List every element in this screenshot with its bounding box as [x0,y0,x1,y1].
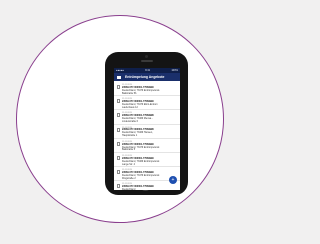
list-item[interactable]: 15.11.2019 23069-077-000001-77069999 Deuts… [114,82,180,97]
offer-list: 15.11.2019 23069-077-000001-77069999 Deuts… [114,81,180,190]
camera-icon [145,55,148,58]
status-time: 9:41 [145,69,151,72]
plus-icon[interactable]: + [169,176,177,184]
document-icon [117,99,120,104]
document-icon [117,127,120,132]
phone-screen: ●●●●● 9:41 100% Entrümpelung Angebote 15… [114,68,180,190]
list-item[interactable]: 15.11.2019 23069-077-000001-77069998 Deuts… [114,125,180,139]
list-item[interactable]: 15.11.2019 23069-077-000001-77069998 Deuts… [114,110,180,125]
document-icon [117,141,120,146]
list-item[interactable]: 15.11.2019 23069-077-000001-77069999 Deuts… [114,153,180,168]
status-battery: 100% [171,69,178,72]
list-item[interactable]: 15.11.2019 23069-077-000001-77069999 Deuts… [114,96,180,111]
document-icon [117,85,120,89]
hamburger-icon[interactable] [117,75,121,79]
document-icon [117,155,120,160]
item-address-line2: Badstraße 5b [122,91,137,95]
app-bar: Entrümpelung Angebote [114,73,180,81]
app-title: Entrümpelung Angebote [125,75,165,79]
document-icon [117,113,120,118]
item-address-line2: Ringstraße 2 [122,176,136,180]
document-icon [117,184,120,189]
item-address-line2: Lindenstraße 6 [122,120,138,124]
document-icon [117,170,120,175]
item-address-line2: Hauptstraße 1 [122,134,138,138]
item-address-line2: Lange Str. 4 [122,162,135,166]
item-address-line2: Laufenhaus 12 [122,105,138,109]
status-signal: ●●●●● [116,69,124,72]
list-item[interactable]: 15.11.2019 23069-077-000001-77069999 Deuts… [114,139,180,153]
speaker-grille [141,60,153,62]
item-address-line1: Deutschland [122,188,136,190]
item-address-line2: Badstraße 5 [122,148,136,152]
